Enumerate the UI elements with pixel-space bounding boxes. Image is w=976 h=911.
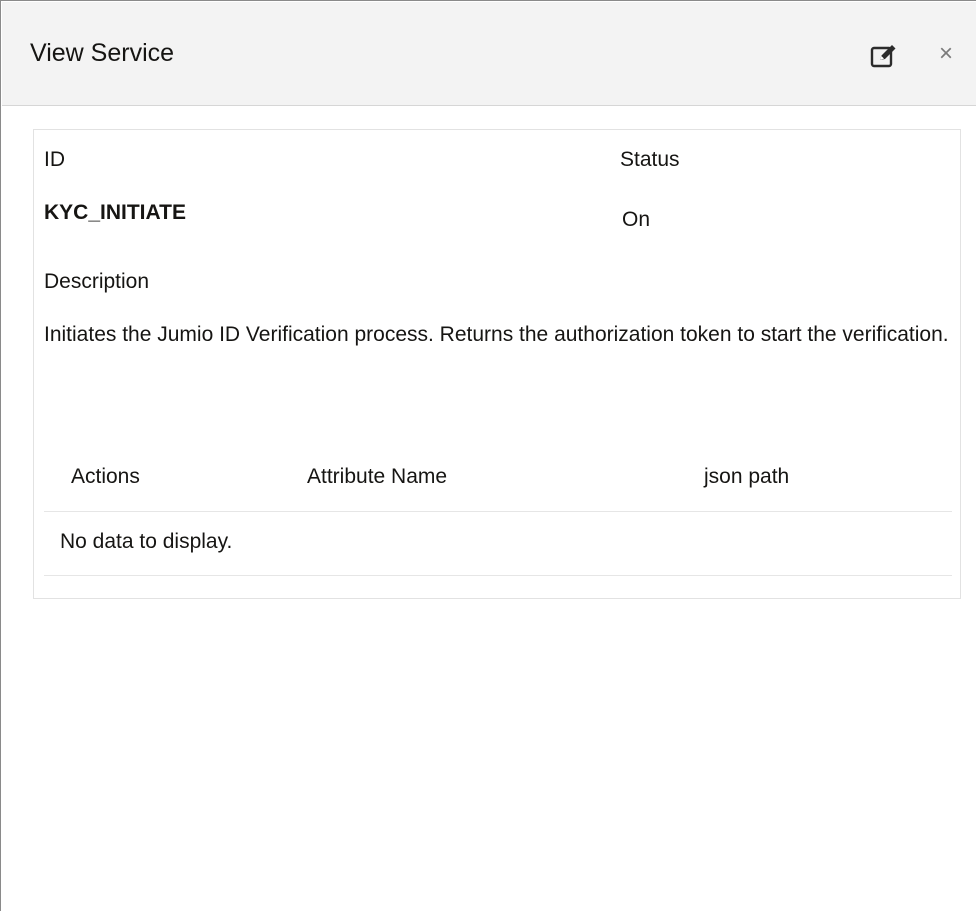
view-service-dialog: View Service × ID KYC_INITIATE Status On… <box>0 0 976 911</box>
edit-button[interactable] <box>864 36 904 76</box>
column-header-attribute-name: Attribute Name <box>307 465 448 488</box>
service-details-panel: ID KYC_INITIATE Status On Description In… <box>33 129 961 599</box>
id-value: KYC_INITIATE <box>44 201 186 224</box>
description-value: Initiates the Jumio ID Verification proc… <box>44 323 949 346</box>
attributes-table-header: Actions Attribute Name json path <box>44 448 952 512</box>
column-header-actions: Actions <box>71 465 140 488</box>
status-value: On <box>622 208 651 231</box>
edit-icon <box>870 45 896 68</box>
status-label: Status <box>620 148 680 171</box>
dialog-title: View Service <box>30 39 175 67</box>
id-label: ID <box>44 148 65 171</box>
close-icon: × <box>938 40 953 67</box>
column-header-json-path: json path <box>704 465 790 488</box>
close-button[interactable]: × <box>930 36 962 72</box>
description-label: Description <box>44 270 150 293</box>
table-empty-row: No data to display. <box>44 512 952 576</box>
dialog-header: View Service × <box>2 2 976 106</box>
empty-message: No data to display. <box>60 530 233 553</box>
